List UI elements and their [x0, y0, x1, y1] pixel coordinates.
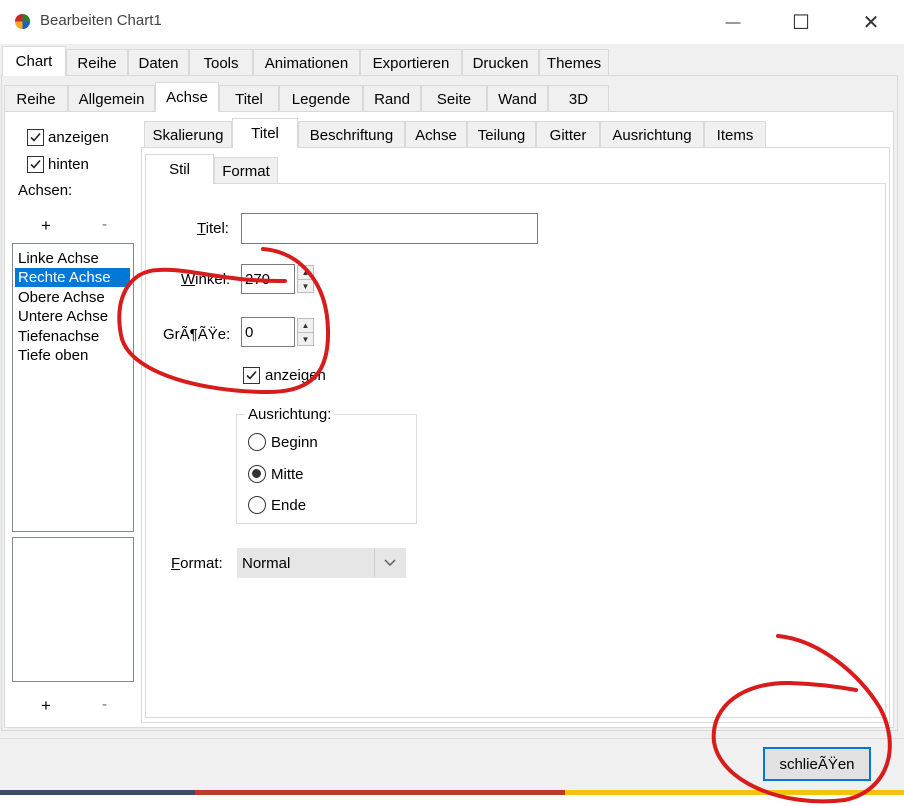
tab-skalierung[interactable]: Skalierung	[144, 121, 232, 148]
format-label: Format:	[171, 555, 223, 572]
remove-button-2[interactable]: -	[102, 696, 107, 713]
bottom-strip-3	[565, 790, 904, 795]
tab-ausrichtung[interactable]: Ausrichtung	[600, 121, 704, 148]
tab-axis-titel[interactable]: Titel	[232, 118, 298, 148]
format-dropdown-value: Normal	[242, 555, 291, 572]
maximize-icon: ☐	[792, 11, 810, 34]
tab-teilung[interactable]: Teilung	[467, 121, 536, 148]
list-item-selected[interactable]: Rechte Achse	[15, 268, 130, 287]
tab-3d[interactable]: 3D	[548, 85, 609, 112]
tab-beschriftung[interactable]: Beschriftung	[298, 121, 405, 148]
tab-achse[interactable]: Achse	[155, 82, 219, 112]
behind-label: hinten	[48, 156, 89, 173]
tab-axis-achse[interactable]: Achse	[405, 121, 467, 148]
groesse-label: GrÃ¶ÃŸe:	[163, 326, 231, 343]
tab-drucken[interactable]: Drucken	[462, 49, 539, 76]
alignment-group-label: Ausrichtung:	[245, 406, 335, 423]
tab-chart[interactable]: Chart	[2, 46, 66, 76]
title-bar: Bearbeiten Chart1 — ☐ ✕	[0, 0, 904, 44]
remove-axis-button[interactable]: -	[102, 216, 107, 233]
close-icon: ✕	[862, 11, 880, 34]
tab-reihe[interactable]: Reihe	[66, 49, 128, 76]
add-axis-button[interactable]: +	[41, 216, 51, 236]
show-axis-checkbox[interactable]	[27, 129, 44, 146]
tab-allgemein[interactable]: Allgemein	[68, 85, 155, 112]
tab-items[interactable]: Items	[704, 121, 766, 148]
tab-wand[interactable]: Wand	[487, 85, 548, 112]
tab-rand[interactable]: Rand	[363, 85, 421, 112]
winkel-label: Winkel:	[181, 271, 231, 288]
maximize-button[interactable]: ☐	[778, 0, 824, 44]
close-window-button[interactable]: ✕	[848, 0, 894, 44]
titel-label: Titel:	[197, 220, 229, 237]
titel-input[interactable]	[241, 213, 538, 244]
groesse-spinner[interactable]: ▲ ▼	[297, 318, 314, 346]
tab-legende[interactable]: Legende	[279, 85, 363, 112]
spin-up-icon[interactable]: ▲	[298, 266, 313, 279]
spin-up-icon[interactable]: ▲	[298, 319, 313, 332]
minimize-icon: —	[725, 13, 741, 31]
bottom-strip-1	[0, 790, 195, 795]
tab-gitter[interactable]: Gitter	[536, 121, 600, 148]
secondary-list[interactable]	[12, 537, 134, 682]
axes-label: Achsen:	[18, 182, 73, 199]
tab-themes[interactable]: Themes	[539, 49, 609, 76]
tab-sub-reihe[interactable]: Reihe	[4, 85, 68, 112]
app-icon	[14, 13, 31, 30]
list-item[interactable]: Obere Achse	[17, 288, 105, 307]
winkel-input[interactable]: 270	[241, 264, 295, 294]
groesse-input[interactable]: 0	[241, 317, 295, 347]
list-item[interactable]: Untere Achse	[17, 307, 108, 326]
list-item[interactable]: Tiefe oben	[17, 346, 88, 365]
align-mitte-radio[interactable]	[248, 465, 266, 483]
window-title: Bearbeiten Chart1	[40, 12, 162, 29]
close-dialog-button[interactable]: schlieÃŸen	[763, 747, 871, 781]
add-button-2[interactable]: +	[41, 696, 51, 716]
tab-titel[interactable]: Titel	[219, 85, 279, 112]
show-axis-label: anzeigen	[48, 129, 109, 146]
tab-format[interactable]: Format	[214, 157, 278, 184]
tab-tools[interactable]: Tools	[189, 49, 253, 76]
align-beginn-radio[interactable]	[248, 433, 266, 451]
title-visible-label: anzeigen	[265, 367, 326, 384]
tab-exportieren[interactable]: Exportieren	[360, 49, 462, 76]
title-visible-checkbox[interactable]	[243, 367, 260, 384]
tab-daten[interactable]: Daten	[128, 49, 189, 76]
minimize-button[interactable]: —	[710, 0, 756, 44]
winkel-spinner[interactable]: ▲ ▼	[297, 265, 314, 293]
tab-stil[interactable]: Stil	[145, 154, 214, 184]
format-dropdown[interactable]: Normal	[237, 548, 406, 578]
align-ende-label: Ende	[271, 497, 307, 514]
chevron-down-icon[interactable]	[374, 549, 405, 577]
align-ende-radio[interactable]	[248, 496, 266, 514]
spin-down-icon[interactable]: ▼	[298, 332, 313, 345]
align-beginn-label: Beginn	[271, 434, 318, 451]
tab-seite[interactable]: Seite	[421, 85, 487, 112]
list-item[interactable]: Linke Achse	[17, 249, 99, 268]
list-item[interactable]: Tiefenachse	[17, 327, 99, 346]
behind-checkbox[interactable]	[27, 156, 44, 173]
bottom-strip-2	[195, 790, 565, 795]
spin-down-icon[interactable]: ▼	[298, 279, 313, 292]
axes-list[interactable]: Linke Achse Rechte Achse Obere Achse Unt…	[12, 243, 134, 532]
tab-animationen[interactable]: Animationen	[253, 49, 360, 76]
align-mitte-label: Mitte	[271, 466, 304, 483]
